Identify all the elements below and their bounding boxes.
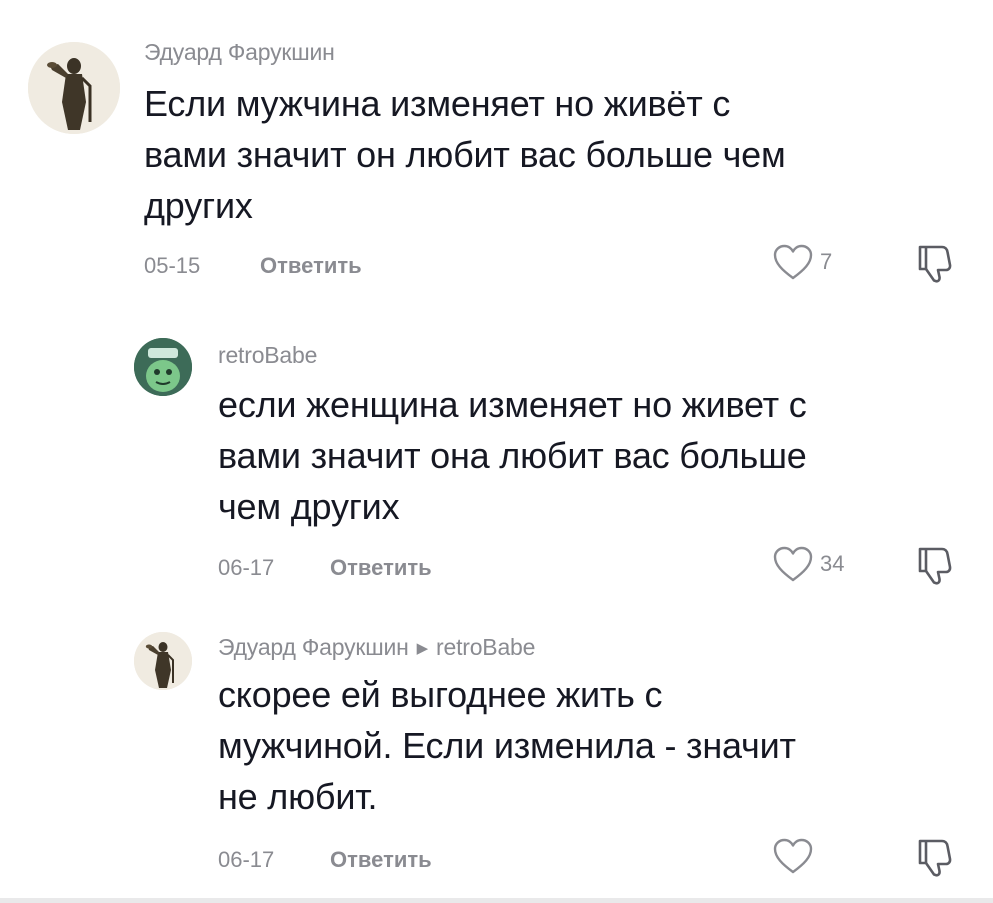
thumbs-down-icon: [918, 245, 952, 283]
comment-2: retroBabe если женщина изменяет но живет…: [0, 300, 993, 600]
comment-text-line: мужчиной. Если изменила - значит: [218, 725, 796, 766]
heart-icon: [773, 244, 813, 280]
reply-to-author[interactable]: retroBabe: [436, 634, 535, 660]
reply-button[interactable]: Ответить: [330, 847, 432, 873]
heart-icon: [773, 838, 813, 874]
comment-text-line: не любит.: [218, 776, 378, 817]
reply-button[interactable]: Ответить: [260, 253, 362, 279]
comment-text: Если мужчина изменяет но живёт с вами зн…: [144, 78, 786, 231]
statue-avatar-icon: [28, 42, 120, 134]
like-count: 7: [820, 249, 833, 274]
heart-icon: [773, 546, 813, 582]
comment-author[interactable]: Эдуард Фарукшин: [218, 634, 409, 660]
comment-author[interactable]: retroBabe: [218, 342, 317, 369]
comment-text: скорее ей выгоднее жить с мужчиной. Если…: [218, 669, 796, 822]
comment-text-line: чем других: [218, 486, 400, 527]
comment-date: 06-17: [218, 555, 275, 580]
dislike-button[interactable]: [912, 543, 956, 587]
comment-text-line: вами значит она любит вас больше: [218, 435, 807, 476]
comment-date: 06-17: [218, 847, 275, 872]
comment-text-line: скорее ей выгоднее жить с: [218, 674, 663, 715]
comment-3: Эдуард Фарукшин ▶ retroBabe скорее ей выго…: [0, 600, 993, 898]
statue-avatar-icon: [134, 632, 192, 690]
thumbs-down-icon: [918, 839, 952, 877]
comment-text-line: других: [144, 185, 253, 226]
comment-1: Эдуард Фарукшин Если мужчина изменяет но…: [0, 0, 993, 300]
dislike-button[interactable]: [912, 241, 956, 285]
comment-text-line: вами значит он любит вас больше чем: [144, 134, 786, 175]
like-button[interactable]: [772, 837, 820, 875]
comment-text-line: Если мужчина изменяет но живёт с: [144, 83, 731, 124]
like-button[interactable]: 7: [772, 243, 832, 281]
comment-author[interactable]: Эдуард Фарукшин: [144, 39, 335, 66]
avatar[interactable]: [134, 632, 192, 690]
comment-author-line: Эдуард Фарукшин ▶ retroBabe: [218, 634, 535, 661]
like-count: 34: [820, 551, 845, 576]
comment-text-line: если женщина изменяет но живет с: [218, 384, 807, 425]
reply-button[interactable]: Ответить: [330, 555, 432, 581]
comment-date: 05-15: [144, 253, 201, 278]
avatar[interactable]: [28, 42, 120, 134]
comment-text: если женщина изменяет но живет с вами зн…: [218, 379, 807, 532]
reply-arrow-icon: ▶: [416, 640, 429, 657]
green-character-avatar-icon: [134, 338, 192, 396]
bottom-divider: [0, 898, 993, 903]
thumbs-down-icon: [918, 547, 952, 585]
dislike-button[interactable]: [912, 835, 956, 879]
like-button[interactable]: 34: [772, 545, 844, 583]
avatar[interactable]: [134, 338, 192, 396]
